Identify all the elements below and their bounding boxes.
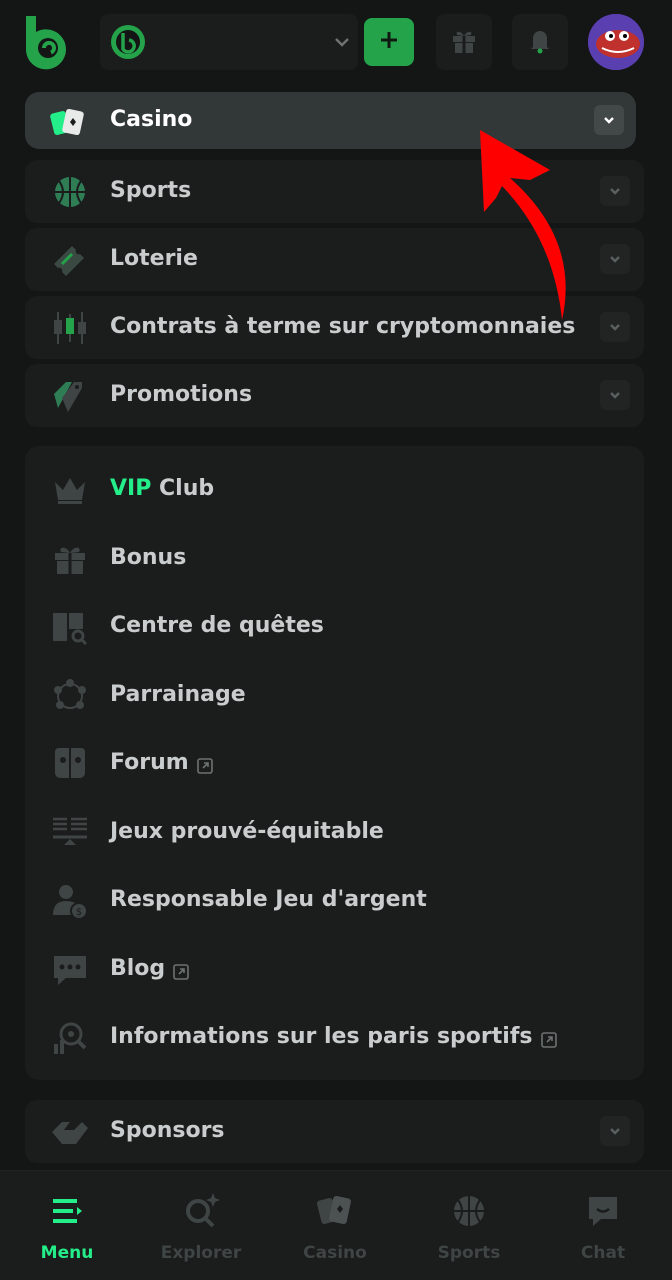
- basketball-icon: [50, 174, 90, 210]
- casino-cards-icon: [315, 1191, 355, 1231]
- sports-info-icon: [51, 1020, 89, 1056]
- external-link-icon: [173, 961, 189, 980]
- chevron-down-icon[interactable]: [600, 312, 630, 342]
- wallet-selector[interactable]: [100, 14, 358, 70]
- top-bar: [0, 0, 672, 84]
- svg-text:$: $: [76, 907, 82, 918]
- external-link-icon: [196, 755, 213, 774]
- user-avatar[interactable]: [588, 14, 644, 70]
- nav-label: Menu: [40, 1243, 94, 1263]
- bc-logo-icon[interactable]: [20, 12, 74, 70]
- crown-icon: [51, 472, 89, 508]
- link-label: Responsable Jeu d'argent: [110, 887, 427, 912]
- bottom-nav: Menu Explorer Casino Sports Chat: [0, 1170, 672, 1280]
- chat-icon: [583, 1191, 623, 1231]
- link-label: Bonus: [110, 545, 187, 570]
- gift-icon: [449, 25, 479, 59]
- link-label: Parrainage: [110, 682, 246, 707]
- bc-coin-icon: [110, 24, 146, 60]
- menu-group-promotions[interactable]: Promotions: [25, 364, 644, 427]
- chat-bubble-icon: [51, 952, 89, 988]
- handshake-icon: [50, 1114, 90, 1150]
- link-label: Centre de quêtes: [110, 613, 324, 638]
- referral-circle-icon: [51, 678, 89, 714]
- search-sparkle-icon: [181, 1191, 221, 1231]
- menu-icon: [47, 1191, 87, 1231]
- nav-label: Explorer: [160, 1243, 242, 1263]
- plus-icon: [378, 29, 400, 55]
- chevron-down-icon[interactable]: [594, 105, 624, 135]
- gift-icon: [51, 541, 89, 577]
- link-vip-club[interactable]: VIP Club: [25, 462, 644, 518]
- link-bonus[interactable]: Bonus: [25, 531, 644, 587]
- link-blog[interactable]: Blog: [25, 942, 644, 998]
- link-forum[interactable]: Forum: [25, 736, 644, 792]
- forum-icon: [51, 746, 89, 782]
- vip-accent-label: VIP: [110, 476, 152, 501]
- nav-menu[interactable]: Menu: [0, 1171, 134, 1280]
- chevron-down-icon: [332, 32, 352, 52]
- chevron-down-icon[interactable]: [600, 176, 630, 206]
- nav-sports[interactable]: Sports: [402, 1171, 536, 1280]
- nav-explorer[interactable]: Explorer: [134, 1171, 268, 1280]
- link-label: Forum: [110, 750, 189, 775]
- deposit-button[interactable]: [364, 18, 414, 66]
- chevron-down-icon[interactable]: [600, 380, 630, 410]
- menu-group-label: Loterie: [110, 246, 198, 271]
- link-provably-fair[interactable]: Jeux prouvé-équitable: [25, 805, 644, 861]
- external-link-icon: [540, 1029, 557, 1048]
- link-label: Blog: [110, 956, 166, 981]
- link-sports-betting-info[interactable]: Informations sur les paris sportifs: [25, 1010, 644, 1066]
- nav-label: Casino: [303, 1243, 367, 1263]
- responsible-gambling-icon: $: [51, 883, 89, 920]
- menu-group-label: Sports: [110, 178, 192, 203]
- nav-chat[interactable]: Chat: [536, 1171, 670, 1280]
- casino-cards-icon: [50, 106, 90, 142]
- tags-icon: [50, 378, 90, 414]
- link-label: Informations sur les paris sportifs: [110, 1024, 533, 1049]
- nav-label: Chat: [580, 1243, 626, 1263]
- link-label: Jeux prouvé-équitable: [110, 819, 384, 844]
- menu-group-label: Promotions: [110, 382, 253, 407]
- chevron-down-icon[interactable]: [600, 1116, 630, 1146]
- link-label: Club: [151, 476, 215, 501]
- nav-label: Sports: [437, 1243, 501, 1263]
- annotation-arrow: [470, 120, 590, 330]
- menu-group-label: Casino: [110, 107, 193, 132]
- gift-button[interactable]: [436, 14, 492, 70]
- bell-icon: [525, 25, 555, 59]
- link-responsible-gambling[interactable]: $ Responsable Jeu d'argent: [25, 873, 644, 929]
- menu-group-sponsors[interactable]: Sponsors: [25, 1100, 644, 1163]
- basketball-icon: [449, 1191, 489, 1231]
- notifications-button[interactable]: [512, 14, 568, 70]
- menu-group-label: Sponsors: [110, 1118, 225, 1143]
- provably-fair-icon: [51, 815, 89, 851]
- link-referral[interactable]: Parrainage: [25, 668, 644, 724]
- candlestick-icon: [50, 310, 90, 346]
- chevron-down-icon[interactable]: [600, 244, 630, 274]
- ticket-icon: [50, 242, 90, 278]
- link-quest-center[interactable]: Centre de quêtes: [25, 599, 644, 655]
- nav-casino[interactable]: Casino: [268, 1171, 402, 1280]
- quest-book-icon: [51, 609, 89, 646]
- links-panel: VIP Club Bonus Centre de quêtes Parraina…: [25, 446, 644, 1080]
